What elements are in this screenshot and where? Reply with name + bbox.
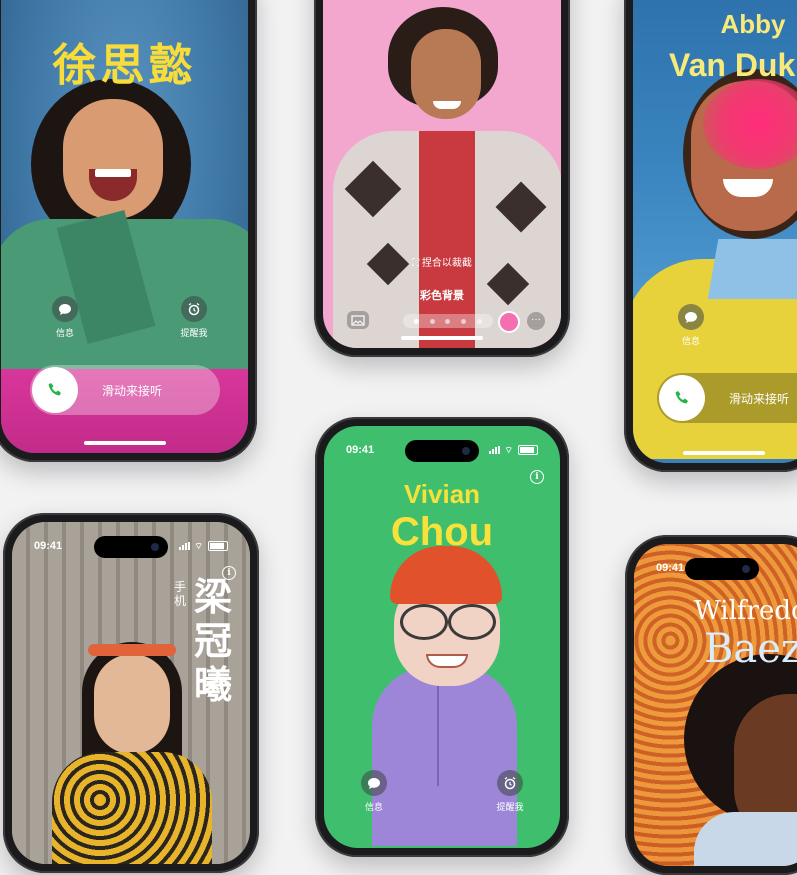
background-style-label: 彩色背景 [420, 290, 464, 302]
signal-icon [488, 446, 500, 454]
message-label: 信息 [364, 802, 383, 812]
photos-icon [351, 314, 365, 326]
reminder-icon-button[interactable] [181, 296, 207, 322]
person-photo [634, 544, 797, 866]
home-indicator [401, 336, 483, 340]
reminder-label: 提醒我 [496, 802, 524, 812]
status-icons: ⌔ [488, 444, 538, 456]
status-time: 09:41 [346, 444, 375, 456]
phone-screen: 徐思懿 信息 提醒我 滑动来接听 [1, 0, 248, 453]
wifi-icon: ⌔ [194, 540, 203, 551]
contact-name-vertical: 梁冠曦 [194, 577, 233, 707]
reminder-label: 提醒我 [180, 328, 208, 338]
status-bar: 09:41 ⌔ [346, 440, 538, 460]
alarm-icon [188, 302, 200, 316]
message-icon-button[interactable] [678, 304, 704, 330]
status-bar: 09:41 ⌔ [34, 536, 228, 556]
slide-to-answer-label: 滑动来接听 [729, 391, 790, 406]
label-mobile: 手机 [174, 580, 187, 608]
more-options-button[interactable]: ··· [527, 312, 545, 330]
alarm-icon [504, 776, 516, 790]
phone-screen: ⛶ 捏合以裁截 彩色背景 ··· [323, 0, 561, 348]
message-label: 信息 [681, 336, 700, 346]
home-indicator [83, 441, 166, 445]
message-icon-button[interactable] [361, 770, 387, 796]
call-knob[interactable] [659, 375, 705, 421]
phone-icon [675, 391, 688, 404]
contact-last-name: Baez [704, 626, 797, 672]
phone-contact-poster-4: 09:41 ⌔ i 手机 梁冠曦 [3, 513, 259, 873]
phone-contact-poster-6: 09:41 Wilfredo Baez [625, 535, 797, 875]
status-time: 09:41 [656, 562, 685, 574]
call-knob[interactable] [32, 367, 78, 413]
phone-screen: 09:41 Wilfredo Baez [634, 544, 797, 866]
phone-screen: 09:41 ⌔ i Vivian Chou 信息 提醒我 [324, 426, 560, 848]
reminder-icon-button[interactable] [497, 770, 523, 796]
color-picker-button[interactable] [498, 311, 520, 333]
home-indicator [683, 451, 765, 455]
contact-first-name: Vivian [403, 479, 481, 509]
wifi-icon: ⌔ [504, 444, 513, 455]
phone-contact-poster-1: 徐思懿 信息 提醒我 滑动来接听 [0, 0, 257, 462]
signal-icon [178, 542, 190, 550]
status-bar: 09:41 [656, 558, 794, 578]
crop-hint-label: 捏合以裁截 [421, 258, 472, 269]
crop-hint: ⛶ 捏合以裁截 [323, 254, 561, 269]
message-icon [368, 778, 380, 789]
phone-screen: Abby Van Duk 信息 滑动来接听 [633, 0, 797, 463]
phone-poster-editor: ⛶ 捏合以裁截 彩色背景 ··· [314, 0, 570, 357]
contact-last-name: Chou [390, 510, 494, 554]
message-icon [59, 304, 71, 315]
status-time: 09:41 [34, 540, 63, 552]
contact-first-name: Wilfredo [694, 596, 797, 626]
phone-icon [48, 383, 61, 396]
message-label: 信息 [55, 328, 74, 338]
contact-name: 徐思懿 [52, 41, 197, 90]
slide-to-answer[interactable]: 滑动来接听 [30, 365, 220, 415]
status-icons: ⌔ [178, 540, 228, 552]
battery-icon [208, 541, 228, 551]
contact-last-name: Van Duk [669, 47, 796, 83]
battery-icon [518, 445, 538, 455]
phone-screen: 09:41 ⌔ i 手机 梁冠曦 [12, 522, 250, 864]
message-icon-button[interactable] [52, 296, 78, 322]
contact-first-name: Abby [720, 9, 786, 39]
crop-icon: ⛶ [412, 258, 420, 269]
slide-to-answer[interactable]: 滑动来接听 [657, 373, 797, 423]
page-dots [403, 314, 493, 328]
phone-contact-poster-3: Abby Van Duk 信息 滑动来接听 [624, 0, 797, 472]
slide-to-answer-label: 滑动来接听 [102, 383, 163, 398]
phone-contact-poster-5: 09:41 ⌔ i Vivian Chou 信息 提醒我 [315, 417, 569, 857]
message-icon [685, 312, 697, 323]
photo-library-button[interactable] [347, 311, 369, 329]
